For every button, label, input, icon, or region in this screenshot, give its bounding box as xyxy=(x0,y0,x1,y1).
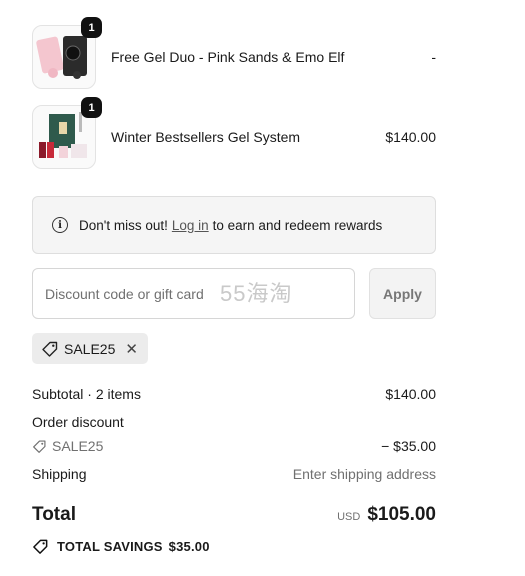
product-price: - xyxy=(431,49,436,65)
discount-input-placeholder: Discount code or gift card xyxy=(45,285,204,302)
product-title: Free Gel Duo - Pink Sands & Emo Elf xyxy=(111,49,345,65)
subtotal-label: Subtotal · 2 items xyxy=(32,386,141,402)
tag-icon xyxy=(42,341,58,357)
product-thumbnail: 1 xyxy=(32,97,102,169)
rewards-banner: i Don't miss out! Log in to earn and red… xyxy=(32,196,436,254)
discount-code-name: SALE25 xyxy=(52,438,104,454)
tag-icon xyxy=(33,539,48,554)
info-icon: i xyxy=(52,217,68,233)
discount-code-input[interactable]: Discount code or gift card xyxy=(32,268,355,319)
rewards-text: to earn and redeem rewards xyxy=(212,217,383,233)
total-savings: TOTAL SAVINGS $35.00 xyxy=(32,538,210,555)
order-discount-label: Order discount xyxy=(32,414,124,430)
savings-value: $35.00 xyxy=(168,539,210,554)
remove-code-icon[interactable]: ✕ xyxy=(125,340,138,358)
watermark: 55海淘 xyxy=(220,281,293,306)
discount-value: − $35.00 xyxy=(381,438,436,454)
total-amount-group: USD $105.00 xyxy=(337,504,436,526)
currency-code: USD xyxy=(337,511,361,523)
product-price: $140.00 xyxy=(385,129,436,145)
order-discount-row: Order discount xyxy=(32,414,436,430)
login-link[interactable]: Log in xyxy=(172,218,209,233)
shipping-row: Shipping Enter shipping address xyxy=(32,466,436,482)
quantity-badge: 1 xyxy=(81,97,102,118)
shipping-value: Enter shipping address xyxy=(292,466,436,482)
shipping-label: Shipping xyxy=(32,466,87,482)
line-item-gel-system: 1 Winter Bestsellers Gel System $140.00 xyxy=(32,97,436,169)
discount-code-row: SALE25 − $35.00 xyxy=(32,438,436,454)
quantity-badge: 1 xyxy=(81,17,102,38)
subtotal-value: $140.00 xyxy=(385,386,436,402)
savings-label: TOTAL SAVINGS xyxy=(57,539,163,554)
total-amount: $105.00 xyxy=(367,504,436,525)
product-title: Winter Bestsellers Gel System xyxy=(111,129,301,145)
discount-code-line: SALE25 xyxy=(32,438,103,454)
line-item-gel-duo: 1 Free Gel Duo - Pink Sands & Emo Elf - xyxy=(32,17,436,89)
total-label: Total xyxy=(32,504,76,525)
applied-code-label: SALE25 xyxy=(64,340,116,357)
subtotal-row: Subtotal · 2 items $140.00 xyxy=(32,386,436,402)
applied-discount-chip: SALE25 ✕ xyxy=(32,333,148,364)
total-row: Total USD $105.00 xyxy=(32,504,436,526)
apply-button[interactable]: Apply xyxy=(369,268,436,319)
tag-icon xyxy=(33,440,46,453)
product-thumbnail: 1 xyxy=(32,17,102,89)
rewards-lead-text: Don't miss out! xyxy=(79,217,168,233)
